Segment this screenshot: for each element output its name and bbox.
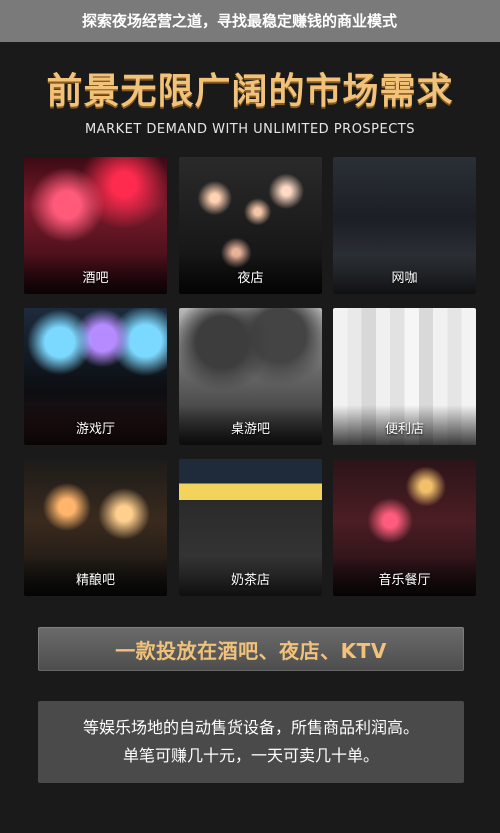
info-line-1: 等娱乐场地的自动售货设备，所售商品利润高。 <box>82 718 419 737</box>
venue-tile-convenience-store: 便利店 <box>333 308 476 445</box>
venue-tile-craft-beer-bar: 精酿吧 <box>24 459 167 596</box>
cta-text: 一款投放在酒吧、夜店、KTV <box>115 638 387 663</box>
venue-tile-nightclub: 夜店 <box>179 157 322 294</box>
cta-strip: 一款投放在酒吧、夜店、KTV <box>38 627 464 671</box>
venue-label: 精酿吧 <box>75 573 115 588</box>
venue-label: 夜店 <box>237 271 264 286</box>
venue-label: 奶茶店 <box>230 573 270 588</box>
venue-tile-milk-tea-shop: 奶茶店 <box>179 459 322 596</box>
venue-label: 便利店 <box>384 422 424 437</box>
venue-label: 桌游吧 <box>230 422 270 437</box>
hero-subtitle: MARKET DEMAND WITH UNLIMITED PROSPECTS <box>84 122 416 137</box>
venue-tile-bar: 酒吧 <box>24 157 167 294</box>
info-box: 等娱乐场地的自动售货设备，所售商品利润高。 单笔可赚几十元，一天可卖几十单。 <box>38 701 464 783</box>
venue-label: 酒吧 <box>82 271 109 286</box>
venue-label: 音乐餐厅 <box>378 573 431 588</box>
info-line-2: 单笔可赚几十元，一天可卖几十单。 <box>122 746 379 765</box>
venue-label: 游戏厅 <box>75 422 115 437</box>
venue-tile-music-restaurant: 音乐餐厅 <box>333 459 476 596</box>
venue-grid: 酒吧 夜店 网咖 游戏厅 桌游吧 便利店 精酿吧 奶茶店 音乐餐厅 <box>24 157 476 597</box>
hero-title: 前景无限广阔的市场需求 <box>46 71 454 112</box>
venue-label: 网咖 <box>391 271 418 286</box>
venue-tile-arcade: 游戏厅 <box>24 308 167 445</box>
top-banner: 探索夜场经营之道，寻找最稳定赚钱的商业模式 <box>0 0 500 42</box>
venue-tile-boardgame-bar: 桌游吧 <box>179 308 322 445</box>
venue-tile-internet-cafe: 网咖 <box>333 157 476 294</box>
top-banner-title: 探索夜场经营之道，寻找最稳定赚钱的商业模式 <box>82 12 398 30</box>
